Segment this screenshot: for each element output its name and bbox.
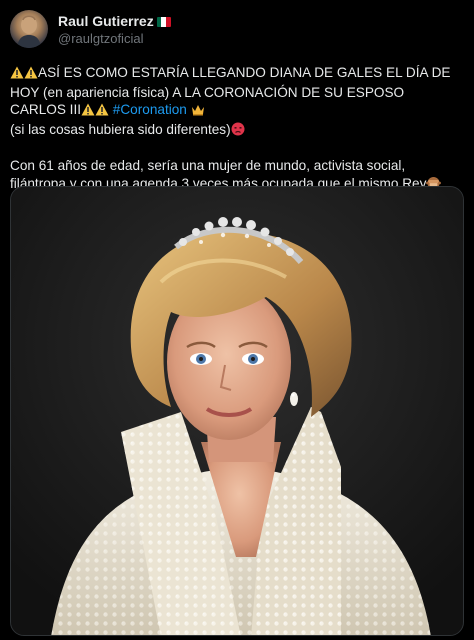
mexico-flag-icon <box>156 16 171 27</box>
crown-icon <box>191 103 205 121</box>
warning-icon <box>95 103 109 121</box>
tweet-image[interactable] <box>10 186 464 636</box>
tweet-line-2: (si las cosas hubiera sido diferentes) <box>10 121 231 137</box>
avatar[interactable] <box>10 10 48 48</box>
angry-face-icon <box>231 122 245 141</box>
avatar-portrait <box>17 15 41 48</box>
tweet: Raul Gutierrez @raulgtzoficial ASÍ ES CO… <box>0 0 474 640</box>
warning-icon <box>24 66 38 84</box>
warning-icon <box>81 103 95 121</box>
tweet-header: Raul Gutierrez @raulgtzoficial <box>10 8 464 54</box>
author-display-name-row[interactable]: Raul Gutierrez <box>58 13 171 30</box>
tweet-line-1: ASÍ ES COMO ESTARÍA LLEGANDO DIANA DE GA… <box>10 65 451 117</box>
portrait-image <box>11 187 463 635</box>
hashtag-link[interactable]: #Coronation <box>113 102 187 117</box>
author-handle[interactable]: @raulgtzoficial <box>58 30 171 47</box>
tweet-paragraph-1: ASÍ ES COMO ESTARÍA LLEGANDO DIANA DE GA… <box>10 64 460 140</box>
author-display-name[interactable]: Raul Gutierrez <box>58 13 154 30</box>
tweet-text: ASÍ ES COMO ESTARÍA LLEGANDO DIANA DE GA… <box>10 64 464 194</box>
warning-icon <box>10 66 24 84</box>
